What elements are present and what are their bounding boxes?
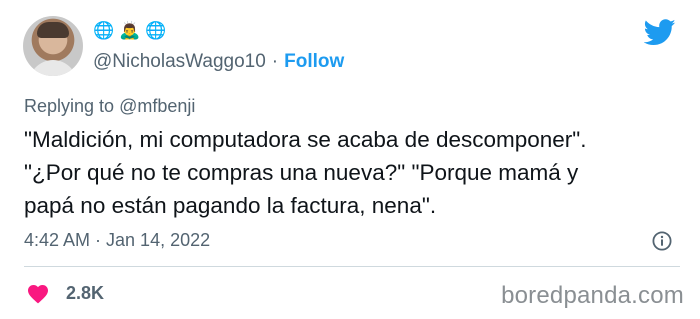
- avatar[interactable]: [23, 16, 83, 76]
- avatar-hair: [37, 22, 69, 38]
- twitter-bird-icon[interactable]: [644, 19, 676, 46]
- follow-button[interactable]: Follow: [284, 51, 344, 73]
- divider: [24, 266, 680, 267]
- handle-row: @NicholasWaggo10 · Follow: [93, 51, 344, 73]
- tweet-text: "Maldición, mi computadora se acaba de d…: [24, 127, 587, 218]
- display-name[interactable]: 🌐 🙇‍♂️ 🌐: [93, 21, 167, 41]
- globe-emoji: 🌐: [93, 21, 115, 40]
- info-icon[interactable]: [652, 231, 672, 251]
- avatar-shirt: [29, 60, 77, 76]
- tweet-timestamp[interactable]: 4:42 AM · Jan 14, 2022: [24, 230, 210, 251]
- reply-mention-link[interactable]: @mfbenji: [119, 96, 195, 116]
- globe-emoji: 🌐: [145, 21, 167, 40]
- like-count: 2.8K: [66, 282, 105, 303]
- like-row: 2.8K: [26, 282, 104, 304]
- replying-to-label: Replying to: [24, 96, 115, 116]
- heart-icon[interactable]: [26, 282, 50, 304]
- watermark: boredpanda.com: [501, 282, 684, 309]
- replying-to: Replying to @mfbenji: [24, 96, 195, 117]
- user-handle[interactable]: @NicholasWaggo10: [93, 51, 266, 73]
- person-bowing-emoji: 🙇‍♂️: [119, 21, 141, 40]
- separator-dot: ·: [271, 51, 279, 72]
